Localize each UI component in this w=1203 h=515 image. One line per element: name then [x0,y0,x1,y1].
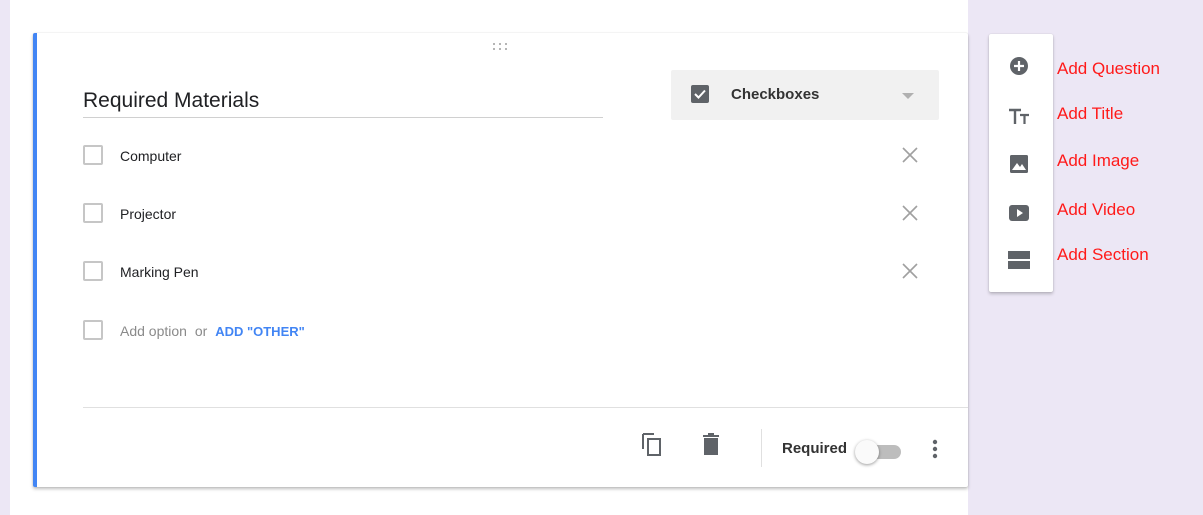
close-icon[interactable] [899,202,921,224]
image-icon[interactable] [1007,150,1035,178]
option-row: Marking Pen [83,260,923,286]
question-type-label: Checkboxes [731,86,820,103]
question-type-dropdown[interactable]: Checkboxes [671,70,939,120]
option-label[interactable]: Projector [120,206,176,222]
question-title-field[interactable]: Required Materials [83,83,603,118]
section-icon[interactable] [1007,246,1035,274]
annotation-add-image: Add Image [1057,151,1140,170]
drag-handle-icon[interactable] [493,43,511,53]
option-row: Computer [83,144,923,170]
or-text: or [194,323,208,339]
annotation-add-section: Add Section [1057,245,1149,264]
footer-divider [83,407,968,408]
question-card[interactable]: Required Materials Checkboxes Computer P… [33,33,968,487]
required-toggle[interactable] [855,439,907,465]
annotation-add-video: Add Video [1057,200,1136,219]
question-title: Required Materials [83,89,260,112]
active-accent-bar [33,33,37,487]
add-option-link[interactable]: Add option [120,323,187,339]
delete-icon[interactable] [697,431,725,459]
checkbox[interactable] [83,203,103,223]
checkbox[interactable] [83,261,103,281]
text-title-icon[interactable] [1007,102,1035,130]
duplicate-icon[interactable] [639,431,667,459]
chevron-down-icon [902,93,914,99]
close-icon[interactable] [899,144,921,166]
close-icon[interactable] [899,260,921,282]
checkbox-checked-icon [691,85,709,103]
add-option-row: Add option or ADD "OTHER" [83,319,923,345]
footer-separator [761,429,762,467]
option-label[interactable]: Marking Pen [120,264,199,280]
checkbox [83,320,103,340]
option-row: Projector [83,202,923,228]
annotation-add-title: Add Title [1057,104,1124,123]
add-other-button[interactable]: ADD "OTHER" [215,324,305,339]
annotation-add-question: Add Question [1057,59,1161,78]
add-circle-icon[interactable] [1007,52,1035,80]
option-label[interactable]: Computer [120,148,181,164]
video-icon[interactable] [1007,199,1035,227]
checkbox[interactable] [83,145,103,165]
side-toolbar [989,34,1053,292]
required-label: Required [782,440,848,457]
more-vert-icon[interactable] [928,435,942,463]
